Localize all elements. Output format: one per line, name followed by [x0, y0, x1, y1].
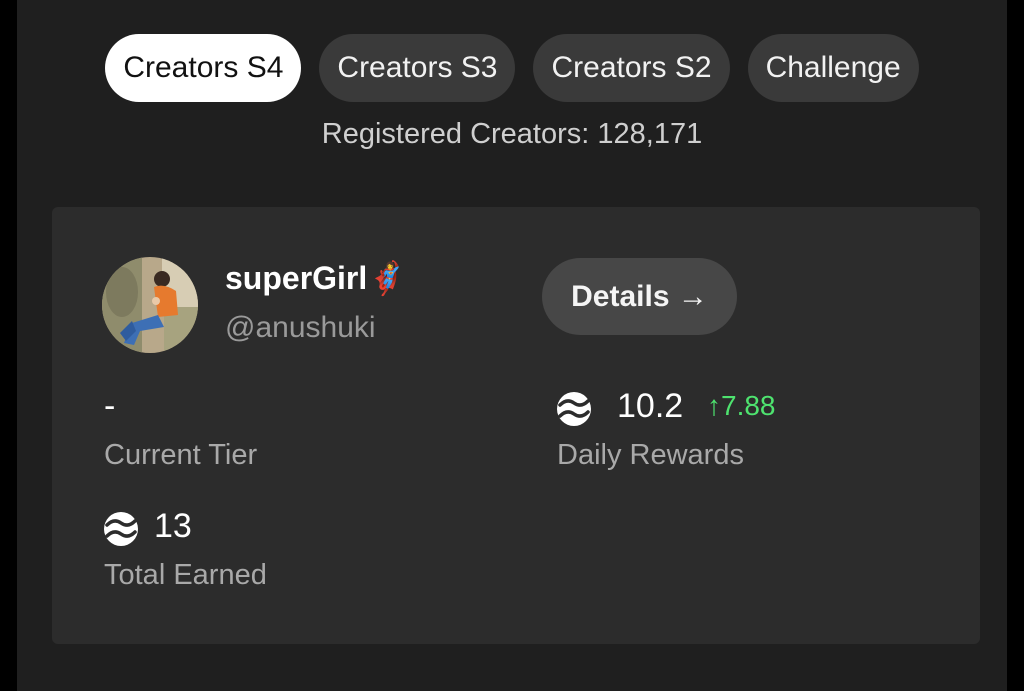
tab-creators-s3[interactable]: Creators S3 — [319, 34, 516, 102]
superhero-emoji-icon: 🦸‍♀️ — [367, 260, 408, 296]
avatar-image — [102, 257, 198, 353]
total-earned-label: Total Earned — [104, 559, 267, 591]
total-earned-value: 13 — [154, 507, 192, 545]
user-handle: @anushuki — [225, 311, 376, 344]
daily-rewards-change: ↑7.88 — [707, 390, 776, 421]
arrow-right-icon: → — [677, 280, 708, 313]
coin-icon — [104, 512, 138, 546]
avatar[interactable] — [102, 257, 198, 353]
details-button[interactable]: Details → — [542, 258, 737, 335]
season-tabs: Creators S4 Creators S3 Creators S2 Chal… — [17, 34, 1007, 102]
coin-icon — [557, 392, 591, 426]
display-name-text: superGirl — [225, 260, 368, 296]
app-frame: Creators S4 Creators S3 Creators S2 Chal… — [17, 0, 1007, 691]
registered-creators-count: Registered Creators: 128,171 — [321, 118, 703, 150]
daily-rewards-value: 10.2 — [617, 387, 684, 425]
creator-card: superGirl🦸‍♀️ @anushuki Details → - Curr… — [52, 207, 980, 644]
tab-challenge[interactable]: Challenge — [747, 34, 919, 102]
tab-creators-s2[interactable]: Creators S2 — [533, 34, 730, 102]
details-button-label: Details — [571, 280, 670, 313]
current-tier-value: - — [104, 387, 116, 425]
display-name: superGirl🦸‍♀️ — [225, 259, 407, 297]
current-tier-label: Current Tier — [104, 439, 258, 471]
daily-rewards-label: Daily Rewards — [557, 439, 744, 471]
tab-creators-s4[interactable]: Creators S4 — [105, 34, 302, 102]
